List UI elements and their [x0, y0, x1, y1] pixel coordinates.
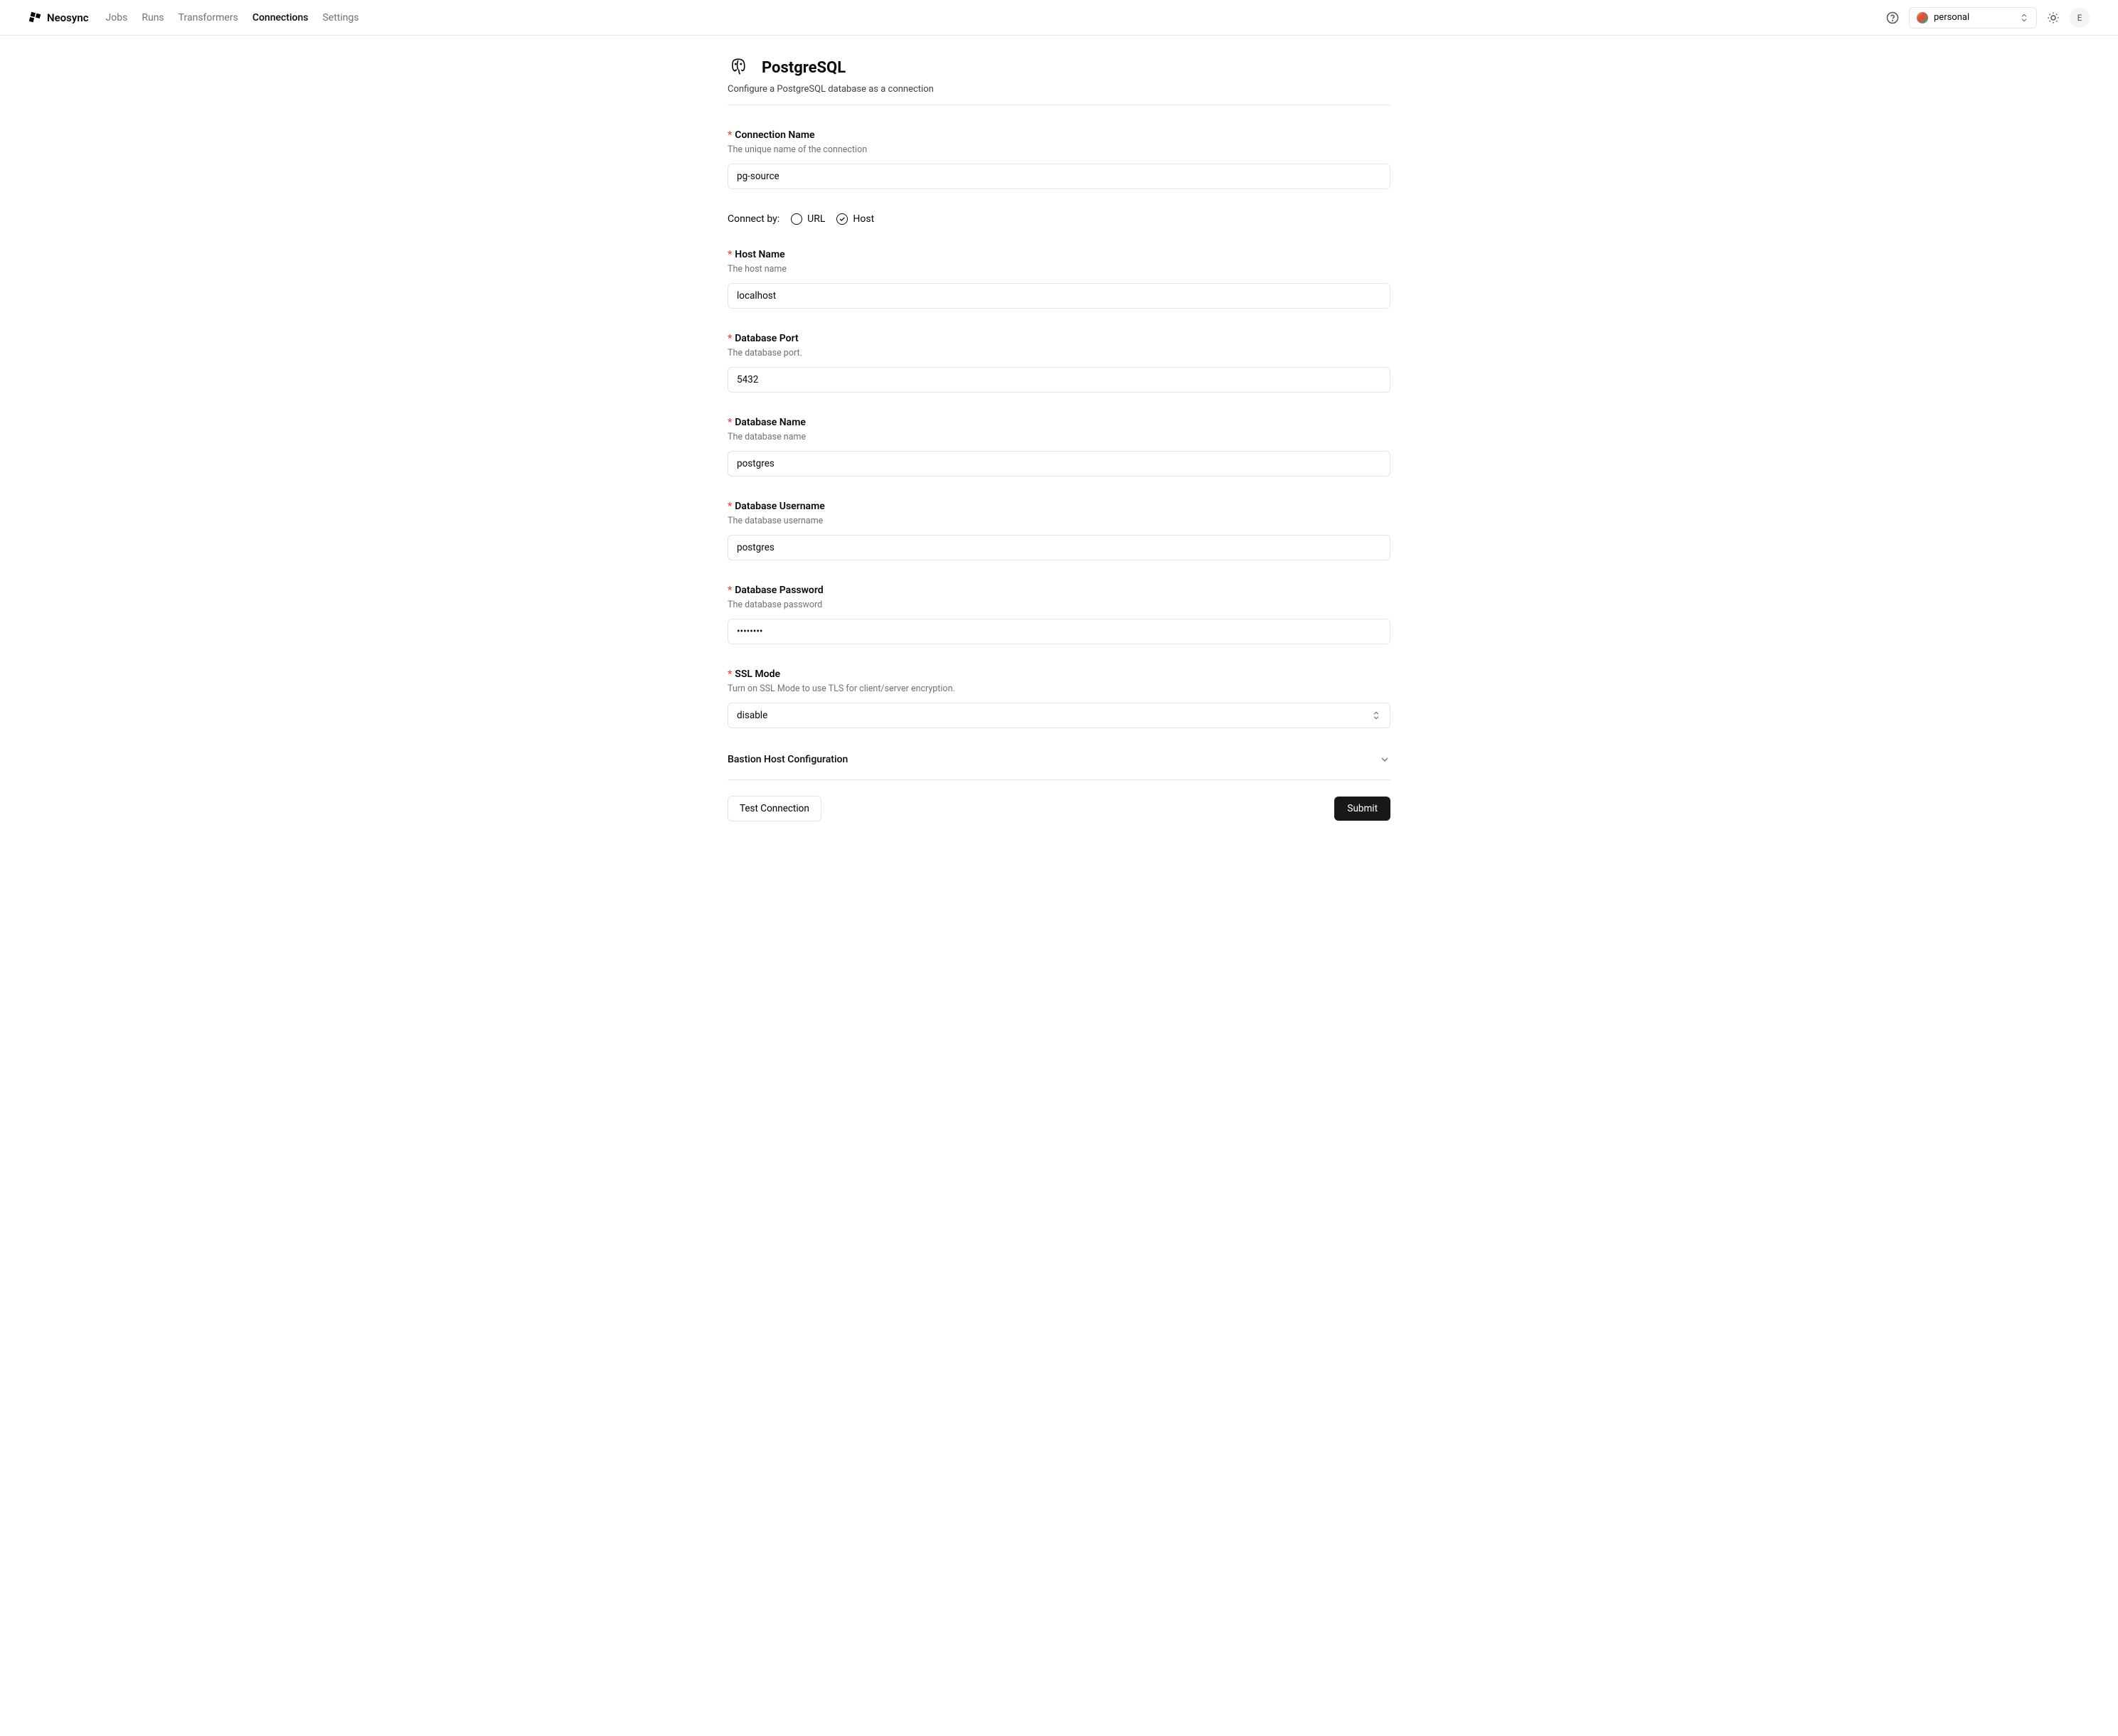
connect-by-row: Connect by: URL Host: [728, 213, 1390, 225]
test-connection-button[interactable]: Test Connection: [728, 796, 821, 821]
chevron-down-icon: [1379, 754, 1390, 765]
field-database-port: *Database Port The database port.: [728, 333, 1390, 393]
database-password-input[interactable]: [728, 619, 1390, 644]
host-name-label: *Host Name: [728, 249, 1390, 260]
nav-transformers[interactable]: Transformers: [179, 12, 238, 23]
nav-runs[interactable]: Runs: [142, 12, 164, 23]
database-username-label: *Database Username: [728, 501, 1390, 512]
brand-name: Neosync: [47, 11, 89, 24]
help-icon[interactable]: [1886, 11, 1899, 24]
nav-connections[interactable]: Connections: [252, 12, 309, 23]
nav-settings[interactable]: Settings: [322, 12, 358, 23]
footer-actions: Test Connection Submit: [728, 796, 1390, 821]
radio-host[interactable]: Host: [836, 213, 874, 225]
database-port-label: *Database Port: [728, 333, 1390, 344]
submit-button[interactable]: Submit: [1334, 797, 1390, 821]
field-database-name: *Database Name The database name: [728, 417, 1390, 476]
field-connection-name: *Connection Name The unique name of the …: [728, 129, 1390, 189]
database-name-label: *Database Name: [728, 417, 1390, 428]
account-selector[interactable]: personal: [1909, 7, 2037, 28]
neosync-logo-icon: [28, 11, 41, 24]
database-name-hint: The database name: [728, 432, 1390, 442]
main-nav: Jobs Runs Transformers Connections Setti…: [106, 12, 359, 23]
connect-by-label: Connect by:: [728, 213, 779, 225]
database-username-hint: The database username: [728, 516, 1390, 526]
field-database-password: *Database Password The database password: [728, 585, 1390, 644]
postgresql-icon: [728, 57, 749, 78]
field-host-name: *Host Name The host name: [728, 249, 1390, 309]
host-name-input[interactable]: [728, 283, 1390, 309]
header-right: personal E: [1886, 7, 2090, 28]
brand-logo[interactable]: Neosync: [28, 11, 89, 24]
ssl-mode-hint: Turn on SSL Mode to use TLS for client/s…: [728, 683, 1390, 694]
connection-name-hint: The unique name of the connection: [728, 144, 1390, 155]
app-header: Neosync Jobs Runs Transformers Connectio…: [0, 0, 2118, 36]
host-name-hint: The host name: [728, 264, 1390, 275]
database-port-input[interactable]: [728, 367, 1390, 393]
account-name: personal: [1934, 12, 2013, 23]
nav-jobs[interactable]: Jobs: [106, 12, 128, 23]
chevrons-up-down-icon: [2019, 13, 2029, 23]
bastion-host-toggle[interactable]: Bastion Host Configuration: [728, 752, 1390, 767]
sun-icon[interactable]: [2047, 11, 2060, 24]
ssl-mode-label: *SSL Mode: [728, 669, 1390, 680]
radio-circle-checked-icon: [836, 213, 848, 225]
ssl-mode-select[interactable]: disable: [728, 703, 1390, 728]
radio-url-label: URL: [807, 213, 825, 225]
user-avatar[interactable]: E: [2070, 8, 2090, 28]
database-username-input[interactable]: [728, 535, 1390, 560]
radio-host-label: Host: [853, 213, 874, 225]
chevrons-up-down-icon: [1371, 710, 1381, 720]
page-content: PostgreSQL Configure a PostgreSQL databa…: [728, 36, 1390, 864]
connection-name-input[interactable]: [728, 164, 1390, 189]
field-ssl-mode: *SSL Mode Turn on SSL Mode to use TLS fo…: [728, 669, 1390, 728]
connection-name-label: *Connection Name: [728, 129, 1390, 141]
account-avatar-dot: [1917, 12, 1928, 23]
database-port-hint: The database port.: [728, 348, 1390, 358]
page-header: PostgreSQL: [728, 57, 1390, 78]
avatar-letter: E: [2077, 13, 2082, 23]
database-password-hint: The database password: [728, 600, 1390, 610]
ssl-mode-value: disable: [737, 710, 767, 721]
database-name-input[interactable]: [728, 451, 1390, 476]
page-subtitle: Configure a PostgreSQL database as a con…: [728, 84, 1390, 105]
radio-url[interactable]: URL: [791, 213, 825, 225]
page-title: PostgreSQL: [762, 59, 846, 77]
bastion-title: Bastion Host Configuration: [728, 754, 848, 765]
radio-circle-icon: [791, 213, 802, 225]
database-password-label: *Database Password: [728, 585, 1390, 596]
footer-divider: [728, 779, 1390, 780]
field-database-username: *Database Username The database username: [728, 501, 1390, 560]
header-left: Neosync Jobs Runs Transformers Connectio…: [28, 11, 359, 24]
